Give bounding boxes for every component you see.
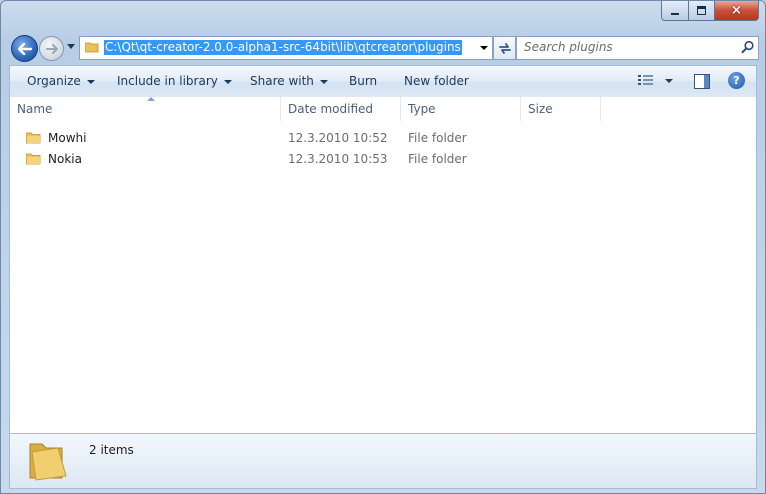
- arrow-right-icon: [45, 43, 58, 54]
- file-name: Mowhi: [48, 131, 87, 145]
- address-dropdown-icon[interactable]: [480, 46, 488, 50]
- chevron-down-icon: [223, 79, 232, 84]
- help-button[interactable]: ?: [728, 72, 745, 89]
- view-options-dropdown[interactable]: [665, 79, 673, 83]
- folder-icon: [29, 443, 67, 481]
- list-item[interactable]: Mowhi 12.3.2010 10:52 File folder: [10, 128, 756, 148]
- search-placeholder: Search plugins: [524, 40, 613, 54]
- close-icon: ×: [731, 3, 742, 18]
- file-type: File folder: [408, 131, 467, 145]
- file-date: 12.3.2010 10:52: [288, 131, 388, 145]
- command-bar: Organize Include in library Share with B…: [9, 65, 757, 98]
- include-in-library-menu[interactable]: Include in library: [117, 74, 232, 88]
- file-name: Nokia: [48, 152, 82, 166]
- item-count: 2 items: [89, 443, 134, 457]
- refresh-icon: [498, 42, 511, 54]
- arrow-left-icon: [17, 42, 32, 55]
- organize-menu[interactable]: Organize: [27, 74, 95, 88]
- chevron-down-icon: [86, 79, 95, 84]
- column-header-type[interactable]: Type: [401, 97, 521, 121]
- share-with-menu[interactable]: Share with: [250, 74, 328, 88]
- preview-pane-button[interactable]: [694, 74, 710, 89]
- maximize-button[interactable]: [689, 1, 715, 21]
- minimize-icon: [671, 12, 679, 15]
- column-header-size[interactable]: Size: [521, 97, 601, 121]
- refresh-button[interactable]: [493, 36, 516, 60]
- search-icon[interactable]: [741, 40, 755, 54]
- minimize-button[interactable]: [661, 1, 689, 21]
- details-pane: 2 items: [9, 433, 757, 489]
- file-list: Name Date modified Type Size Mowhi 12.3.…: [9, 97, 757, 433]
- burn-button[interactable]: Burn: [349, 74, 377, 88]
- close-button[interactable]: ×: [715, 1, 759, 21]
- caption-buttons: ×: [661, 1, 759, 21]
- list-item[interactable]: Nokia 12.3.2010 10:53 File folder: [10, 149, 756, 169]
- explorer-window: × C:\Qt\qt-creator-2.0.0-alpha1-src-64bi…: [0, 0, 766, 494]
- address-bar[interactable]: C:\Qt\qt-creator-2.0.0-alpha1-src-64bit\…: [79, 36, 493, 60]
- folder-icon: [85, 42, 99, 53]
- search-box[interactable]: Search plugins: [516, 36, 759, 60]
- folder-icon: [26, 153, 41, 165]
- column-header-date-modified[interactable]: Date modified: [281, 97, 401, 121]
- folder-icon: [26, 132, 41, 144]
- forward-button[interactable]: [39, 36, 64, 61]
- address-path[interactable]: C:\Qt\qt-creator-2.0.0-alpha1-src-64bit\…: [104, 40, 462, 55]
- address-row: C:\Qt\qt-creator-2.0.0-alpha1-src-64bit\…: [9, 35, 759, 62]
- chevron-down-icon: [319, 79, 328, 84]
- column-headers: Name Date modified Type Size: [10, 97, 756, 121]
- preview-pane-icon: [704, 75, 709, 88]
- maximize-icon: [697, 6, 706, 15]
- new-folder-button[interactable]: New folder: [404, 74, 469, 88]
- view-list-icon[interactable]: [638, 74, 654, 86]
- sort-ascending-icon: [147, 97, 155, 101]
- column-header-name[interactable]: Name: [10, 97, 281, 121]
- back-button[interactable]: [11, 35, 38, 62]
- file-type: File folder: [408, 152, 467, 166]
- recent-pages-dropdown[interactable]: [67, 44, 75, 49]
- file-date: 12.3.2010 10:53: [288, 152, 388, 166]
